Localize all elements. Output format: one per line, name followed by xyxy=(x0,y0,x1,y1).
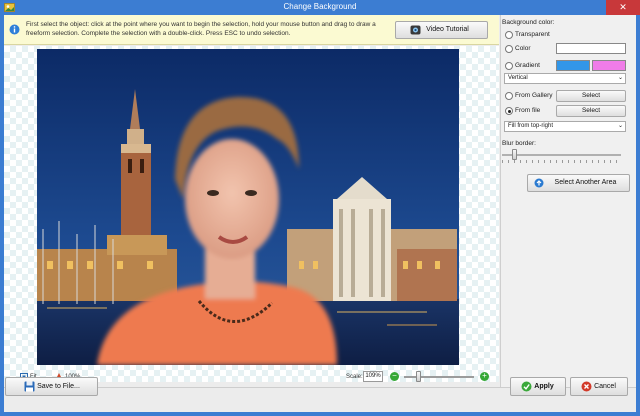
color-label[interactable]: Color xyxy=(515,45,531,52)
background-color-heading: Background color: xyxy=(502,19,555,26)
cancel-icon xyxy=(581,381,592,392)
title-bar: Change Background ✕ xyxy=(0,0,640,15)
video-tutorial-button[interactable]: Video Tutorial xyxy=(395,21,488,39)
gradient-color2-swatch[interactable] xyxy=(592,60,626,71)
zoom-slider-thumb[interactable] xyxy=(416,371,421,382)
gradient-label[interactable]: Gradient xyxy=(515,62,540,69)
blur-slider-track[interactable] xyxy=(502,154,621,156)
select-area-icon xyxy=(534,178,544,188)
blur-border-heading: Blur border: xyxy=(502,140,536,147)
color-swatch[interactable] xyxy=(556,43,626,54)
from-file-radio[interactable] xyxy=(505,107,513,115)
photo-image xyxy=(37,49,459,365)
select-another-area-label: Select Another Area xyxy=(554,179,617,186)
instruction-text: First select the object: click at the po… xyxy=(26,21,376,37)
zoom-slider-track[interactable] xyxy=(404,376,474,378)
transparent-label[interactable]: Transparent xyxy=(515,31,550,38)
window-frame-bottom xyxy=(0,412,640,416)
from-gallery-label[interactable]: From Gallery xyxy=(515,92,553,99)
blur-slider-thumb[interactable] xyxy=(512,149,517,160)
fill-mode-select[interactable]: Fill from top-right ⌄ xyxy=(504,121,626,132)
editing-canvas[interactable] xyxy=(4,46,499,382)
chevron-down-icon: ⌄ xyxy=(617,123,623,129)
from-gallery-radio[interactable] xyxy=(505,92,513,100)
photo-preview[interactable] xyxy=(37,49,459,365)
cancel-label: Cancel xyxy=(594,383,616,390)
window-frame-right xyxy=(636,15,640,416)
transparent-radio[interactable] xyxy=(505,31,513,39)
save-to-file-label: Save to File... xyxy=(37,383,80,390)
gradient-direction-value: Vertical xyxy=(508,75,528,81)
zoom-minus-icon[interactable]: − xyxy=(390,372,399,381)
chevron-down-icon: ⌄ xyxy=(617,75,623,81)
apply-button[interactable]: Apply xyxy=(510,377,566,396)
cancel-button[interactable]: Cancel xyxy=(570,377,628,396)
from-file-label[interactable]: From file xyxy=(515,107,540,114)
zoom-plus-icon[interactable]: + xyxy=(480,372,489,381)
video-tutorial-label: Video Tutorial xyxy=(426,26,469,33)
info-bar: First select the object: click at the po… xyxy=(4,15,499,45)
apply-label: Apply xyxy=(534,383,554,390)
gradient-color1-swatch[interactable] xyxy=(556,60,590,71)
gradient-radio[interactable] xyxy=(505,62,513,70)
video-icon xyxy=(410,25,421,35)
close-button[interactable]: ✕ xyxy=(606,0,640,15)
info-icon xyxy=(9,24,20,35)
save-to-file-button[interactable]: Save to File... xyxy=(5,377,98,396)
scale-input[interactable]: 109% xyxy=(363,371,383,382)
blur-slider-ticks xyxy=(502,160,621,163)
file-select-button[interactable]: Select xyxy=(556,105,626,117)
fill-mode-value: Fill from top-right xyxy=(508,123,554,129)
scale-label: Scale: xyxy=(346,374,363,380)
apply-icon xyxy=(521,381,532,392)
gallery-select-button[interactable]: Select xyxy=(556,90,626,102)
color-radio[interactable] xyxy=(505,45,513,53)
gradient-direction-select[interactable]: Vertical ⌄ xyxy=(504,73,626,84)
select-another-area-button[interactable]: Select Another Area xyxy=(527,174,630,192)
window-title: Change Background xyxy=(283,2,357,11)
save-icon xyxy=(24,381,35,392)
